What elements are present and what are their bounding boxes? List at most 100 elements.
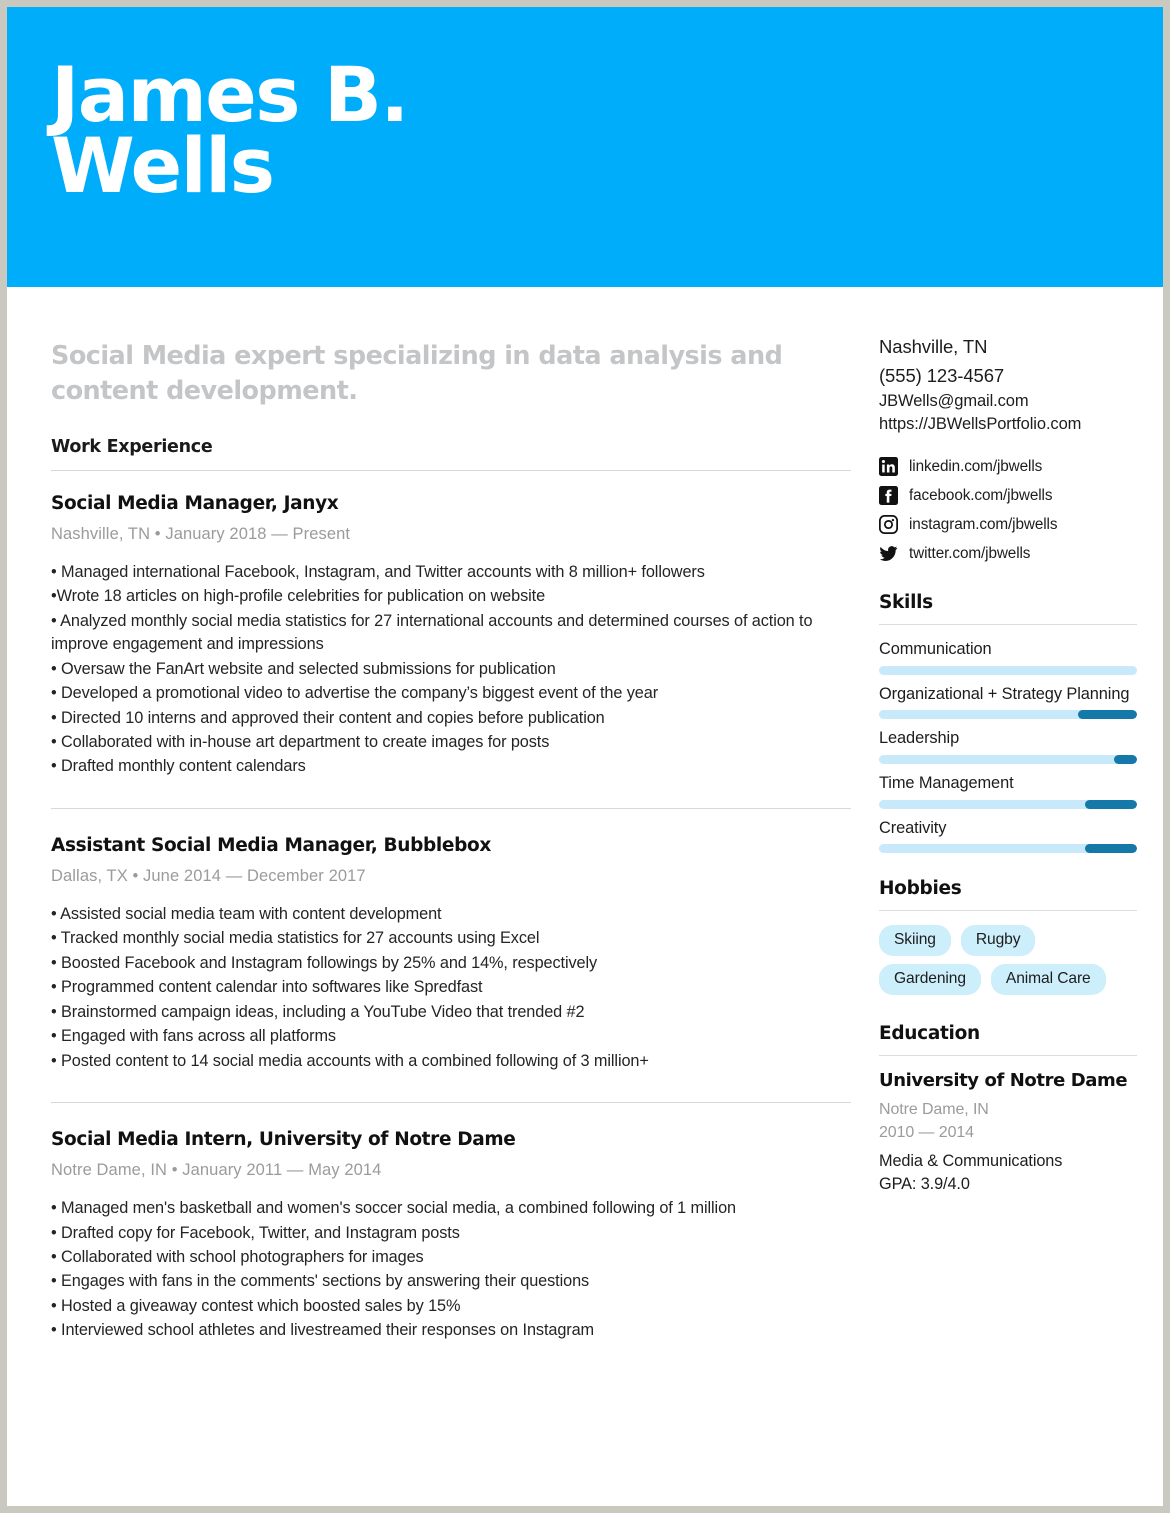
- hobby-tag: Gardening: [879, 964, 981, 996]
- job-meta: Notre Dame, IN • January 2011 — May 2014: [51, 1161, 382, 1180]
- job-title: Assistant Social Media Manager, Bubblebo…: [51, 834, 491, 856]
- social-link-label: linkedin.com/jbwells: [909, 457, 1043, 475]
- list-item: • Oversaw the FanArt website and selecte…: [51, 659, 556, 678]
- main-column: Social Media expert specializing in data…: [51, 339, 851, 1347]
- section-title-education: Education: [879, 1023, 980, 1045]
- hobby-tag: Rugby: [960, 925, 1036, 957]
- skill-progress-fill: [1113, 754, 1137, 764]
- job-entry: Social Media Intern, University of Notre…: [51, 1129, 851, 1343]
- skill-progress-fill: [1085, 799, 1137, 809]
- skills-block: Skills Communication Organizational + St…: [879, 591, 1137, 854]
- hobby-tag: Skiing: [879, 925, 951, 957]
- job-divider: [51, 807, 851, 809]
- candidate-name: James B. Wells: [51, 50, 751, 211]
- skill-progress-bar: [879, 754, 1137, 764]
- list-item: • Managed international Facebook, Instag…: [51, 562, 705, 581]
- list-item: • Assisted social media team with conten…: [51, 904, 442, 923]
- linkedin-icon: [879, 457, 898, 477]
- skill-progress-bar: [879, 665, 1137, 675]
- job-entry: Social Media Manager, Janyx Nashville, T…: [51, 493, 851, 779]
- hobby-tag-list: Skiing Rugby Gardening Animal Care: [879, 925, 1137, 996]
- contact-phone: (555) 123-4567: [879, 364, 1005, 386]
- education-years: 2010 — 2014: [879, 1123, 974, 1141]
- skill-item: Communication: [879, 639, 1137, 675]
- list-item: • Brainstormed campaign ideas, including…: [51, 1002, 585, 1021]
- name-line-last: Wells: [51, 121, 275, 211]
- job-entry: Assistant Social Media Manager, Bubblebo…: [51, 835, 851, 1073]
- list-item: • Analyzed monthly social media statisti…: [51, 611, 813, 654]
- job-bullets: • Assisted social media team with conten…: [51, 903, 851, 1073]
- contact-website[interactable]: https://JBWellsPortfolio.com: [879, 413, 1137, 435]
- skill-item: Time Management: [879, 773, 1137, 809]
- skill-item: Leadership: [879, 728, 1137, 764]
- social-link-twitter[interactable]: twitter.com/jbwells: [879, 544, 1137, 564]
- sidebar-column: Nashville, TN (555) 123-4567 JBWells@gma…: [879, 333, 1137, 1197]
- contact-email[interactable]: JBWells@gmail.com: [879, 390, 1137, 412]
- twitter-icon: [879, 546, 898, 562]
- skill-progress-bar: [879, 799, 1137, 809]
- skill-item: Creativity: [879, 818, 1137, 854]
- list-item: • Developed a promotional video to adver…: [51, 684, 659, 703]
- list-item: • Posted content to 14 social media acco…: [51, 1051, 649, 1070]
- list-item: • Collaborated with school photographers…: [51, 1248, 424, 1266]
- job-bullets: • Managed men's basketball and women's s…: [51, 1197, 851, 1343]
- job-meta: Nashville, TN • January 2018 — Present: [51, 524, 351, 543]
- skill-label: Leadership: [879, 729, 960, 748]
- list-item: • Tracked monthly social media statistic…: [51, 929, 540, 948]
- list-item: • Drafted copy for Facebook, Twitter, an…: [51, 1223, 460, 1242]
- list-item: •Wrote 18 articles on high-profile celeb…: [51, 587, 546, 606]
- education-block: Education University of Notre Dame Notre…: [879, 1023, 1137, 1197]
- list-item: • Collaborated with in-house art departm…: [51, 733, 550, 752]
- skill-label: Organizational + Strategy Planning: [879, 684, 1130, 703]
- hobby-tag: Animal Care: [990, 964, 1106, 996]
- list-item: • Engaged with fans across all platforms: [51, 1027, 336, 1046]
- section-divider: [879, 1055, 1137, 1057]
- list-item: • Drafted monthly content calendars: [51, 757, 306, 776]
- list-item: • Managed men's basketball and women's s…: [51, 1199, 736, 1218]
- list-item: • Engages with fans in the comments' sec…: [51, 1272, 590, 1291]
- social-link-label: twitter.com/jbwells: [909, 544, 1031, 562]
- social-link-facebook[interactable]: facebook.com/jbwells: [879, 486, 1137, 506]
- job-title: Social Media Intern, University of Notre…: [51, 1129, 516, 1151]
- section-divider: [51, 469, 851, 471]
- education-school: University of Notre Dame: [879, 1070, 1128, 1092]
- name-line-first: James B.: [51, 50, 409, 139]
- skill-item: Organizational + Strategy Planning: [879, 684, 1137, 720]
- list-item: • Directed 10 interns and approved their…: [51, 708, 605, 727]
- list-item: • Interviewed school athletes and livest…: [51, 1321, 595, 1340]
- education-gpa: GPA: 3.9/4.0: [879, 1175, 970, 1194]
- job-meta: Dallas, TX • June 2014 — December 2017: [51, 866, 366, 885]
- section-divider: [879, 623, 1137, 625]
- facebook-icon: [879, 486, 898, 506]
- skill-label: Creativity: [879, 818, 947, 837]
- social-link-label: instagram.com/jbwells: [909, 515, 1058, 533]
- section-title-hobbies: Hobbies: [879, 878, 962, 900]
- skill-progress-bar: [879, 844, 1137, 854]
- professional-summary: Social Media expert specializing in data…: [51, 341, 783, 406]
- skill-progress-bar: [879, 710, 1137, 720]
- section-divider: [879, 910, 1137, 912]
- job-title: Social Media Manager, Janyx: [51, 492, 339, 514]
- social-links: linkedin.com/jbwells facebook.com/jbwell…: [879, 457, 1137, 564]
- instagram-icon: [879, 515, 898, 535]
- resume-body: Social Media expert specializing in data…: [7, 287, 1163, 1506]
- job-bullets: • Managed international Facebook, Instag…: [51, 561, 851, 779]
- header-banner: James B. Wells: [7, 7, 1163, 287]
- section-title-work-experience: Work Experience: [51, 436, 213, 457]
- social-link-instagram[interactable]: instagram.com/jbwells: [879, 515, 1137, 535]
- list-item: • Programmed content calendar into softw…: [51, 978, 483, 997]
- social-link-linkedin[interactable]: linkedin.com/jbwells: [879, 457, 1137, 477]
- contact-block: Nashville, TN (555) 123-4567 JBWells@gma…: [879, 333, 1137, 435]
- section-title-skills: Skills: [879, 591, 933, 613]
- education-major: Media & Communications: [879, 1151, 1063, 1170]
- list-item: • Boosted Facebook and Instagram followi…: [51, 953, 598, 972]
- job-divider: [51, 1102, 851, 1104]
- hobbies-block: Hobbies Skiing Rugby Gardening Animal Ca…: [879, 878, 1137, 996]
- education-location: Notre Dame, IN: [879, 1101, 989, 1119]
- skill-progress-fill: [1077, 710, 1137, 720]
- social-link-label: facebook.com/jbwells: [909, 486, 1053, 504]
- skill-label: Time Management: [879, 773, 1014, 792]
- list-item: • Hosted a giveaway contest which booste…: [51, 1296, 461, 1315]
- skill-progress-fill: [1085, 844, 1137, 854]
- contact-location: Nashville, TN: [879, 336, 988, 357]
